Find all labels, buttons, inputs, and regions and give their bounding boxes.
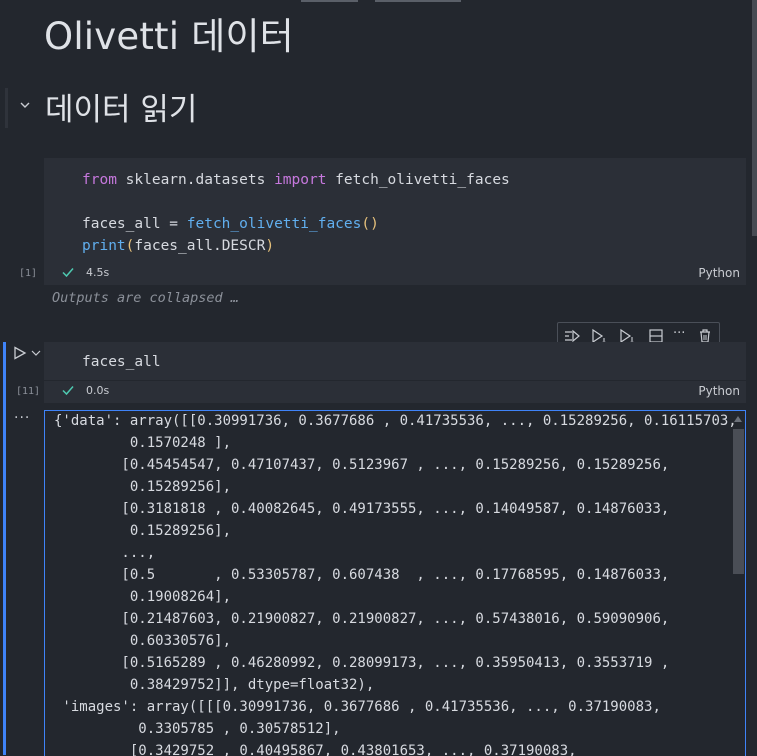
code-token: () [361, 216, 379, 232]
active-cell-indicator [3, 342, 6, 755]
section-header: 데이터 읽기 [0, 84, 757, 130]
code-token: ) [265, 238, 275, 254]
output-line: [0.5 , 0.53305787, 0.607438 , ..., 0.177… [54, 567, 670, 583]
code-token: import [274, 172, 327, 188]
outputs-collapsed-text[interactable]: Outputs are collapsed … [52, 290, 239, 306]
check-icon [62, 268, 74, 278]
output-line: 0.38429752]], dtype=float32), [54, 677, 375, 693]
cell-1-status: 4.5s Python [44, 263, 746, 285]
code-line: from sklearn.datasets import fetch_olive… [82, 172, 510, 188]
section-gutter [5, 88, 8, 128]
execution-count-2: [11] [16, 386, 41, 397]
code-token: faces_all.DESCR [134, 238, 266, 254]
language-label[interactable]: Python [698, 266, 740, 280]
output-line: [0.3429752 , 0.40495867, 0.43801653, ...… [54, 743, 577, 756]
code-line: print(faces_all.DESCR) [82, 238, 274, 254]
output-more-icon[interactable]: ··· [14, 410, 30, 426]
code-cell-2[interactable]: faces_all [44, 342, 746, 380]
run-cell-icon[interactable] [13, 346, 27, 360]
output-line: 'images': array([[[0.30991736, 0.3677686… [54, 699, 661, 715]
code-line: faces_all [82, 354, 161, 370]
output-line: [0.45454547, 0.47107437, 0.5123967 , ...… [54, 457, 670, 473]
more-actions-icon[interactable]: ··· [673, 326, 685, 341]
code-line: faces_all = fetch_olivetti_faces() [82, 216, 379, 232]
output-line: [0.5165289 , 0.46280992, 0.28099173, ...… [54, 655, 670, 671]
check-icon [62, 386, 74, 396]
execution-duration: 0.0s [86, 384, 110, 397]
tab-fragment-2 [375, 0, 461, 2]
output-line: 0.60330576], [54, 633, 232, 649]
code-token: faces_all = [82, 216, 187, 232]
output-line: 0.3305785 , 0.30578512], [54, 721, 341, 737]
code-token: sklearn.datasets [116, 172, 275, 188]
output-line: [0.21487603, 0.21900827, 0.21900827, ...… [54, 611, 670, 627]
section-heading: 데이터 읽기 [45, 92, 198, 128]
output-line: 0.15289256], [54, 479, 232, 495]
output-scrollbar[interactable] [733, 429, 744, 574]
execution-count-1: [1] [19, 268, 38, 279]
output-line: 0.1570248 ], [54, 435, 232, 451]
cell-2-status: 0.0s Python [44, 381, 746, 403]
execution-duration: 4.5s [86, 266, 110, 279]
code-token: from [82, 172, 117, 188]
cell-output[interactable]: {'data': array([[0.30991736, 0.3677686 ,… [44, 410, 746, 756]
code-token: fetch_olivetti_faces [326, 172, 510, 188]
output-line: ..., [54, 545, 156, 561]
tab-fragment-1 [301, 0, 358, 2]
language-label[interactable]: Python [698, 384, 740, 398]
chevron-down-icon[interactable] [18, 98, 32, 112]
chevron-down-icon[interactable] [31, 349, 41, 357]
notebook-title: Olivetti 데이터 [44, 15, 294, 58]
output-line: 0.19008264], [54, 589, 232, 605]
code-cell-1[interactable]: from sklearn.datasets import fetch_olive… [44, 158, 746, 264]
output-line: 0.15289256], [54, 523, 232, 539]
code-token: print [82, 238, 126, 254]
code-token: fetch_olivetti_faces [186, 216, 362, 232]
output-line: [0.3181818 , 0.40082645, 0.49173555, ...… [54, 501, 670, 517]
output-line: {'data': array([[0.30991736, 0.3677686 ,… [54, 413, 737, 429]
